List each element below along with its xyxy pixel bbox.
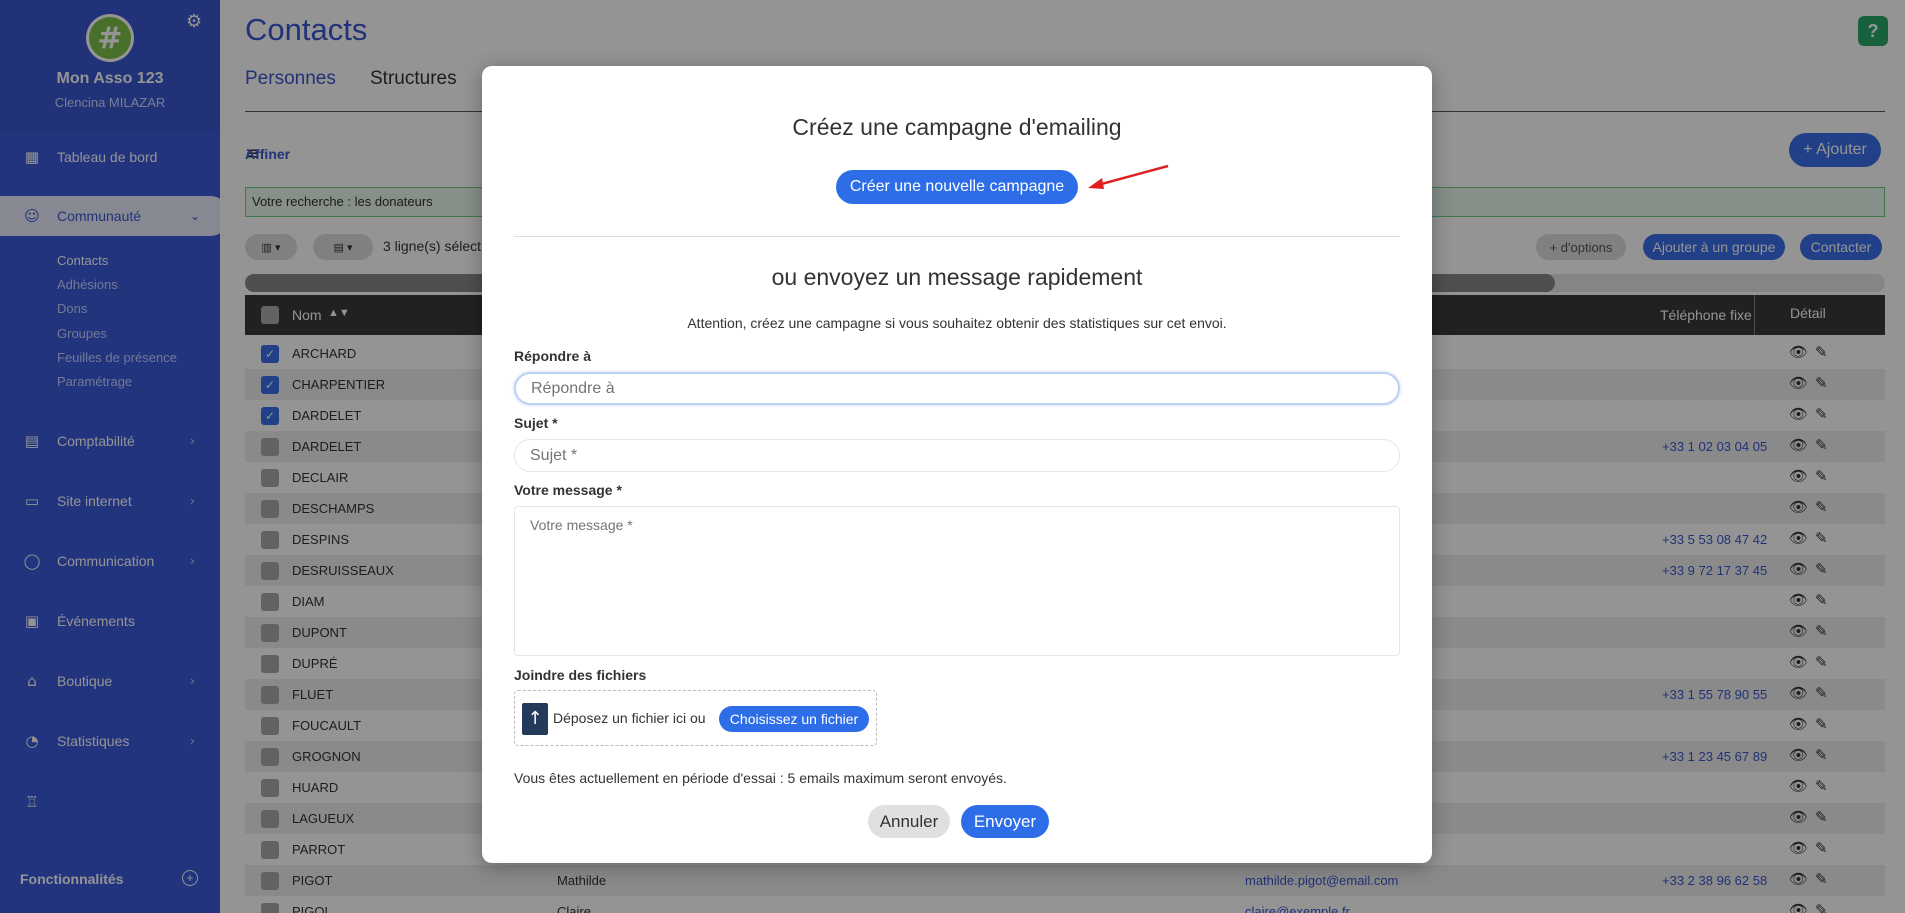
reply-label: Répondre à: [514, 348, 592, 364]
trial-note: Vous êtes actuellement en période d'essa…: [514, 770, 1007, 786]
file-dropzone[interactable]: ↑ Déposez un fichier ici ou Choisissez u…: [514, 690, 877, 746]
reply-input[interactable]: [514, 372, 1400, 405]
choose-file-button[interactable]: Choisissez un fichier: [719, 706, 869, 732]
campaign-note: Attention, créez une campagne si vous so…: [687, 315, 1227, 331]
modal-subtitle: ou envoyez un message rapidement: [771, 264, 1143, 290]
upload-icon: ↑: [522, 703, 548, 735]
message-label: Votre message *: [514, 482, 622, 498]
subject-input[interactable]: [514, 439, 1400, 472]
send-button[interactable]: Envoyer: [961, 805, 1049, 838]
emailing-modal: Créez une campagne d'emailing Créer une …: [482, 66, 1432, 863]
subject-label: Sujet *: [514, 415, 558, 431]
red-arrow-annotation: [1088, 164, 1169, 189]
create-campaign-button[interactable]: Créer une nouvelle campagne: [836, 170, 1078, 204]
message-textarea[interactable]: [514, 506, 1400, 656]
drop-text: Déposez un fichier ici ou: [553, 710, 706, 726]
modal-title: Créez une campagne d'emailing: [792, 114, 1122, 140]
attach-label: Joindre des fichiers: [514, 667, 647, 683]
modal-divider: [514, 236, 1400, 237]
cancel-button[interactable]: Annuler: [868, 805, 950, 838]
